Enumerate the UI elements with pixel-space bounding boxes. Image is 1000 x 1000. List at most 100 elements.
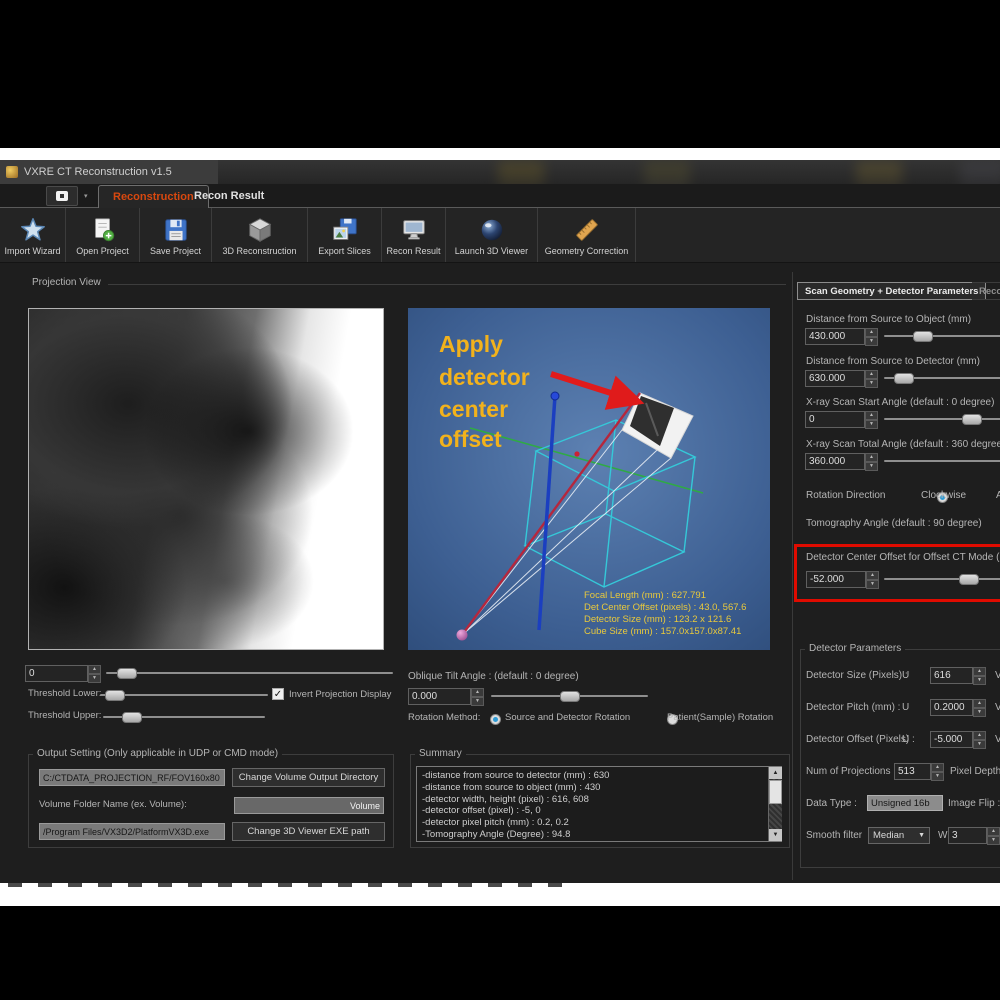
spin-down-icon[interactable]: ▼ — [973, 740, 986, 749]
geometry-3d-view[interactable]: Apply detector center offset Focal Lengt… — [408, 308, 770, 650]
detector-pitch-u-input[interactable] — [930, 699, 973, 716]
spin-down-icon[interactable]: ▼ — [987, 836, 1000, 845]
detector-pitch-u-spinner[interactable]: ▲▼ — [930, 699, 986, 716]
app-icon — [6, 166, 18, 178]
slider-thumb[interactable] — [117, 668, 137, 679]
spin-up-icon[interactable]: ▲ — [865, 411, 878, 420]
summary-listbox[interactable]: -distance from source to detector (mm) :… — [416, 766, 782, 842]
launch-3d-viewer-button[interactable]: Launch 3D Viewer — [446, 208, 538, 262]
spin-up-icon[interactable]: ▲ — [931, 763, 944, 772]
change-volume-dir-button[interactable]: Change Volume Output Directory — [232, 768, 385, 787]
right-tab-recon[interactable]: Recon — [972, 282, 1000, 300]
num-projections-spinner[interactable]: ▲▼ — [894, 763, 944, 780]
spin-up-icon[interactable]: ▲ — [987, 827, 1000, 836]
spin-down-icon[interactable]: ▼ — [973, 676, 986, 685]
detector-center-offset-slider[interactable] — [884, 572, 1000, 585]
param-source-detector-spinner[interactable]: ▲▼ — [805, 370, 878, 387]
xray-projection-view[interactable] — [28, 308, 384, 650]
threshold-lower-slider[interactable] — [100, 688, 268, 701]
data-type-value-chip[interactable]: Unsigned 16b — [867, 795, 943, 811]
change-viewer-exe-button[interactable]: Change 3D Viewer EXE path — [232, 822, 385, 841]
invert-projection-checkbox[interactable]: ✓ — [272, 688, 284, 700]
detector-size-u-spinner[interactable]: ▲▼ — [930, 667, 986, 684]
spin-down-icon[interactable]: ▼ — [931, 772, 944, 781]
param-total-angle-input[interactable] — [805, 453, 865, 470]
spin-down-icon[interactable]: ▼ — [865, 420, 878, 429]
smooth-w-spinner[interactable]: ▲▼ — [948, 827, 1000, 844]
export-slices-button[interactable]: Export Slices — [308, 208, 382, 262]
spin-up-icon[interactable]: ▲ — [471, 688, 484, 697]
import-wizard-button[interactable]: Import Wizard — [0, 208, 66, 262]
tab-recon-result[interactable]: Recon Result — [180, 185, 278, 207]
param-start-angle-slider[interactable] — [884, 412, 1000, 425]
spin-down-icon[interactable]: ▼ — [866, 580, 879, 589]
spin-up-icon[interactable]: ▲ — [973, 667, 986, 676]
spin-up-icon[interactable]: ▲ — [865, 370, 878, 379]
num-projections-input[interactable] — [894, 763, 931, 780]
smooth-w-input[interactable] — [948, 827, 987, 844]
slider-thumb[interactable] — [913, 331, 933, 342]
spin-up-icon[interactable]: ▲ — [865, 328, 878, 337]
scroll-down-icon[interactable]: ▼ — [769, 829, 782, 841]
detector-center-offset-spinner[interactable]: ▲▼ — [806, 571, 879, 588]
volume-folder-field[interactable]: Volume — [234, 797, 384, 814]
spin-down-icon[interactable]: ▼ — [865, 337, 878, 346]
scroll-up-icon[interactable]: ▲ — [769, 767, 782, 779]
param-source-object-spinner[interactable]: ▲▼ — [805, 328, 878, 345]
detector-offset-u-input[interactable] — [930, 731, 973, 748]
spin-up-icon[interactable]: ▲ — [973, 699, 986, 708]
spin-up-icon[interactable]: ▲ — [865, 453, 878, 462]
slider-thumb[interactable] — [962, 414, 982, 425]
spin-up-icon[interactable]: ▲ — [866, 571, 879, 580]
frame-index-slider[interactable] — [106, 666, 393, 679]
param-source-detector-slider[interactable] — [884, 371, 1000, 384]
panel-divider — [792, 272, 793, 880]
slider-thumb[interactable] — [560, 691, 580, 702]
spin-down-icon[interactable]: ▼ — [865, 379, 878, 388]
detector-center-offset-input[interactable] — [806, 571, 866, 588]
frame-index-spinner[interactable]: ▲▼ — [25, 665, 101, 682]
menu-caret-icon[interactable]: ▾ — [84, 192, 88, 200]
rotation-direction-label: Rotation Direction — [806, 490, 885, 501]
project-menu-button[interactable] — [46, 186, 78, 206]
spin-up-icon[interactable]: ▲ — [88, 665, 101, 674]
spin-down-icon[interactable]: ▼ — [973, 708, 986, 717]
detector-offset-u-spinner[interactable]: ▲▼ — [930, 731, 986, 748]
right-tab-scan-geometry[interactable]: Scan Geometry + Detector Parameters — [797, 282, 986, 300]
oblique-tilt-spinner[interactable]: ▲▼ — [408, 688, 484, 705]
detector-size-u-input[interactable] — [930, 667, 973, 684]
spin-down-icon[interactable]: ▼ — [471, 697, 484, 706]
threshold-upper-slider[interactable] — [103, 710, 265, 723]
oblique-tilt-slider[interactable] — [491, 689, 648, 702]
rotation-method-radio-source[interactable] — [490, 714, 501, 725]
param-total-angle-spinner[interactable]: ▲▼ — [805, 453, 878, 470]
save-project-button[interactable]: Save Project — [140, 208, 212, 262]
summary-group-label: Summary — [415, 748, 466, 759]
slider-thumb[interactable] — [894, 373, 914, 384]
slider-thumb[interactable] — [122, 712, 142, 723]
volume-output-dir-field[interactable]: C:/CTDATA_PROJECTION_RF/FOV160x80 — [39, 769, 225, 786]
scroll-thumb[interactable] — [769, 780, 782, 804]
ruler-icon — [573, 216, 601, 244]
smooth-filter-dropdown[interactable]: Median ▼ — [868, 827, 930, 844]
param-start-angle-input[interactable] — [805, 411, 865, 428]
frame-index-input[interactable] — [25, 665, 88, 682]
viewer-exe-path-field[interactable]: /Program Files/VX3D2/PlatformVX3D.exe — [39, 823, 225, 840]
oblique-tilt-input[interactable] — [408, 688, 471, 705]
summary-scrollbar[interactable]: ▲ ▼ — [768, 767, 782, 841]
3d-reconstruction-button[interactable]: 3D Reconstruction — [212, 208, 308, 262]
param-source-object-input[interactable] — [805, 328, 865, 345]
spin-down-icon[interactable]: ▼ — [88, 674, 101, 683]
recon-result-button[interactable]: Recon Result — [382, 208, 446, 262]
slider-thumb[interactable] — [105, 690, 125, 701]
param-source-detector-input[interactable] — [805, 370, 865, 387]
annotation-line: Apply — [439, 331, 503, 357]
param-start-angle-spinner[interactable]: ▲▼ — [805, 411, 878, 428]
param-total-angle-slider[interactable] — [884, 454, 1000, 467]
param-source-object-slider[interactable] — [884, 329, 1000, 342]
spin-up-icon[interactable]: ▲ — [973, 731, 986, 740]
open-project-button[interactable]: Open Project — [66, 208, 140, 262]
geometry-correction-button[interactable]: Geometry Correction — [538, 208, 636, 262]
spin-down-icon[interactable]: ▼ — [865, 462, 878, 471]
slider-thumb[interactable] — [959, 574, 979, 585]
